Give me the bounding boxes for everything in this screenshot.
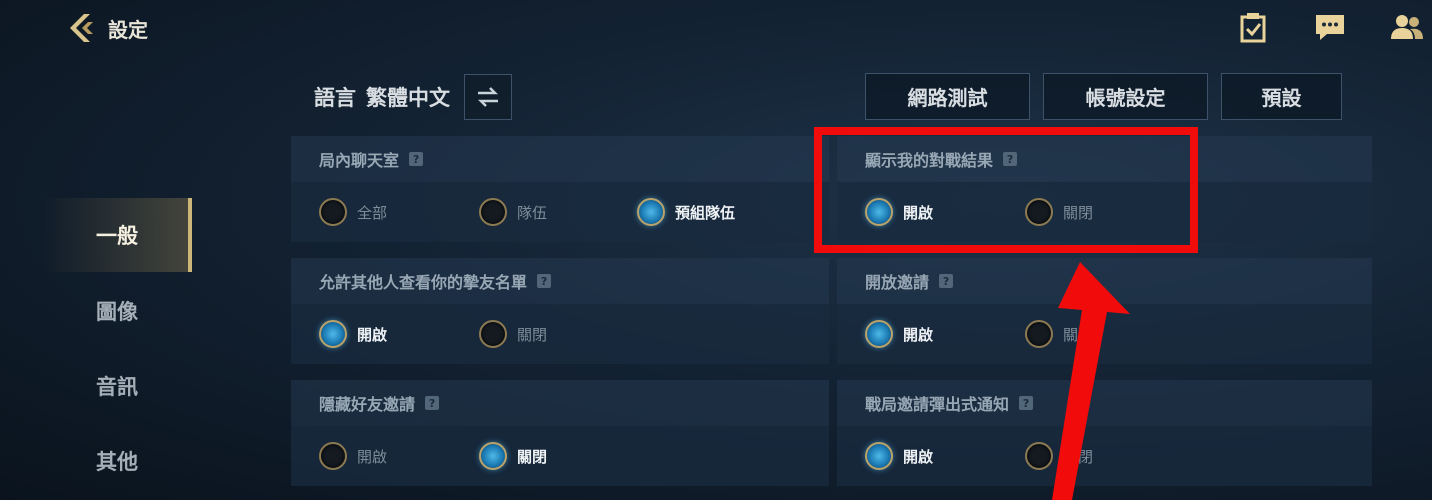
radio-button	[479, 320, 507, 348]
sidebar-item-audio[interactable]: 音訊	[42, 349, 192, 423]
radio-option[interactable]: 開啟	[319, 442, 387, 470]
option-label: 關閉	[517, 447, 548, 466]
radio-option[interactable]: 全部	[319, 198, 387, 226]
radio-button	[319, 320, 347, 348]
back-chevron-icon	[70, 14, 93, 42]
option-label: 隊伍	[517, 203, 548, 222]
annotation-arrow	[1052, 262, 1130, 500]
chat-button[interactable]	[1313, 10, 1347, 44]
help-icon[interactable]: ?	[425, 396, 440, 410]
language-value: 繁體中文	[366, 86, 450, 110]
chat-bubble-icon	[1316, 15, 1344, 40]
option-label: 開啟	[903, 325, 934, 344]
defaults-button[interactable]: 預設	[1221, 73, 1342, 120]
setting-card-hide-invites: 隱藏好友邀請 ? 開啟 關閉	[291, 380, 829, 486]
radio-button	[319, 442, 347, 470]
sidebar-item-general[interactable]: 一般	[42, 198, 192, 272]
setting-title: 隱藏好友邀請	[319, 395, 416, 414]
radio-option[interactable]: 開啟	[865, 320, 933, 348]
radio-button	[865, 442, 893, 470]
top-bar: 設定	[0, 0, 1432, 58]
radio-option[interactable]: 開啟	[865, 442, 933, 470]
sidebar-item-graphics[interactable]: 圖像	[42, 274, 192, 348]
friends-icon	[1391, 15, 1423, 39]
annotation-highlight-box	[814, 127, 1198, 253]
option-label: 開啟	[357, 325, 388, 344]
radio-button	[479, 198, 507, 226]
radio-option[interactable]: 開啟	[319, 320, 387, 348]
radio-option[interactable]: 預組隊伍	[637, 198, 735, 226]
help-icon[interactable]: ?	[409, 152, 424, 166]
setting-card-friend-list: 允許其他人查看你的摯友名單 ? 開啟 關閉	[291, 258, 829, 364]
task-button[interactable]	[1236, 10, 1270, 44]
option-label: 預組隊伍	[675, 203, 736, 222]
language-label: 語言	[314, 86, 356, 110]
swap-arrows-icon	[477, 87, 499, 107]
radio-option[interactable]: 隊伍	[479, 198, 547, 226]
radio-button	[479, 442, 507, 470]
help-icon[interactable]: ?	[939, 274, 954, 288]
setting-card-chat: 局內聊天室 ? 全部 隊伍 預組隊伍	[291, 136, 829, 242]
help-icon[interactable]: ?	[537, 274, 552, 288]
page-title: 設定	[108, 17, 148, 42]
radio-button	[637, 198, 665, 226]
option-label: 開啟	[903, 447, 934, 466]
radio-button	[319, 198, 347, 226]
friends-button[interactable]	[1390, 10, 1424, 44]
option-label: 關閉	[517, 325, 548, 344]
language-row: 語言 繁體中文	[314, 74, 512, 120]
option-label: 開啟	[357, 447, 388, 466]
setting-title: 局內聊天室	[319, 151, 400, 170]
account-settings-button[interactable]: 帳號設定	[1043, 73, 1208, 120]
sidebar: 一般 圖像 音訊 其他	[0, 190, 200, 500]
radio-option[interactable]: 關閉	[479, 320, 547, 348]
radio-button	[865, 320, 893, 348]
setting-title: 開放邀請	[865, 273, 930, 292]
radio-option[interactable]: 關閉	[479, 442, 547, 470]
setting-title: 戰局邀請彈出式通知	[865, 395, 1010, 414]
option-label: 全部	[357, 203, 388, 222]
sidebar-item-other[interactable]: 其他	[42, 424, 192, 498]
back-button[interactable]: 設定	[64, 10, 148, 46]
setting-title: 允許其他人查看你的摯友名單	[319, 273, 528, 292]
task-checklist-icon	[1240, 13, 1266, 43]
network-test-button[interactable]: 網路測試	[865, 73, 1030, 120]
language-swap-button[interactable]	[464, 74, 512, 120]
